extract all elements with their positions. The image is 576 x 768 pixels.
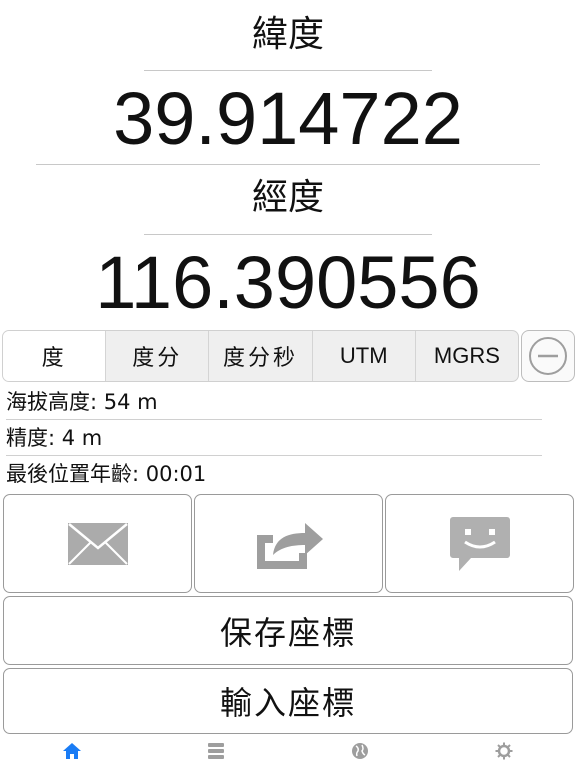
longitude-label: 經度 xyxy=(251,177,324,218)
envelope-icon xyxy=(67,522,128,565)
divider xyxy=(6,419,542,420)
gear-icon xyxy=(495,742,513,760)
message-button[interactable] xyxy=(385,494,574,593)
globe-icon xyxy=(352,743,368,759)
divider xyxy=(36,164,540,165)
save-coordinates-button[interactable]: 保存座標 xyxy=(3,596,573,665)
segment-degrees[interactable]: 度 xyxy=(3,331,106,381)
segment-mgrs[interactable]: MGRS xyxy=(414,331,518,381)
altitude-text: 海拔高度: 54 m xyxy=(6,390,158,414)
latitude-value: 39.914722 xyxy=(113,77,463,160)
email-button[interactable] xyxy=(3,494,192,593)
divider xyxy=(144,70,432,71)
chat-bubble-icon xyxy=(449,516,510,571)
tab-settings[interactable] xyxy=(464,734,544,768)
last-position-age-text: 最後位置年齡: 00:01 xyxy=(6,462,207,486)
minus-circle-icon xyxy=(529,337,567,375)
collapse-button[interactable] xyxy=(521,330,575,382)
tab-bar xyxy=(0,734,576,768)
divider xyxy=(6,455,542,456)
segment-degrees-minutes-seconds[interactable]: 度分秒 xyxy=(208,331,311,381)
share-arrow-icon xyxy=(256,522,323,569)
segment-utm[interactable]: UTM xyxy=(311,331,415,381)
coordinate-format-segmented-control: 度 度分 度分秒 UTM MGRS xyxy=(2,330,519,382)
share-button[interactable] xyxy=(194,494,383,593)
tab-list[interactable] xyxy=(176,734,256,768)
latitude-label: 緯度 xyxy=(251,14,324,55)
longitude-value: 116.390556 xyxy=(95,241,481,324)
tab-globe[interactable] xyxy=(320,734,400,768)
tab-home[interactable] xyxy=(32,734,112,768)
divider xyxy=(144,234,432,235)
input-coordinates-button[interactable]: 輸入座標 xyxy=(3,668,573,734)
list-icon xyxy=(208,743,224,759)
segment-degrees-minutes[interactable]: 度分 xyxy=(105,331,208,381)
home-icon xyxy=(63,743,81,759)
accuracy-text: 精度: 4 m xyxy=(6,426,103,450)
